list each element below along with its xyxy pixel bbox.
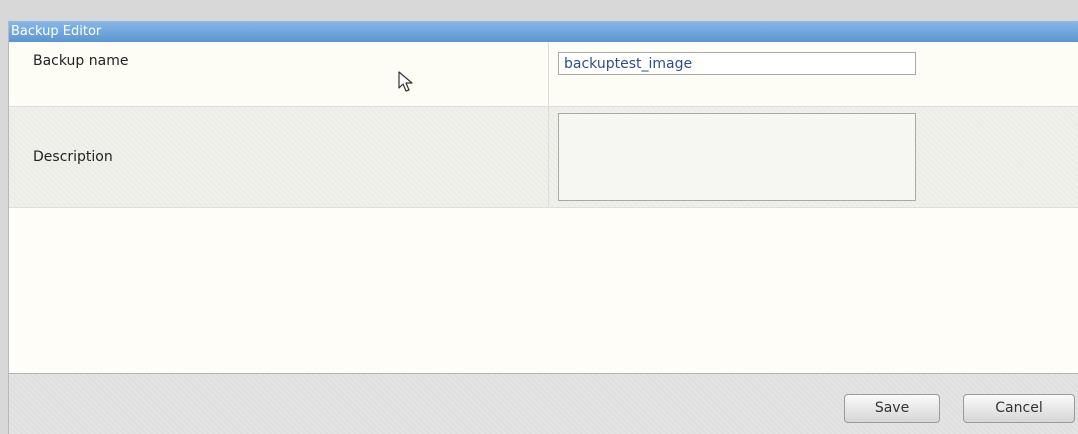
description-label: Description [9,107,549,207]
backup-editor-window: Backup Editor Backup name Description Sa… [8,21,1078,434]
mouse-pointer-icon [398,71,413,92]
description-row: Description [9,107,1078,208]
cancel-button[interactable]: Cancel [963,394,1075,423]
backup-name-row: Backup name [9,42,1078,107]
window-title: Backup Editor [9,21,1078,42]
save-button[interactable]: Save [844,394,940,423]
button-bar: Save Cancel [9,373,1078,434]
backup-name-input[interactable] [558,52,916,75]
backup-name-label: Backup name [9,42,549,106]
description-textarea[interactable] [558,113,916,201]
